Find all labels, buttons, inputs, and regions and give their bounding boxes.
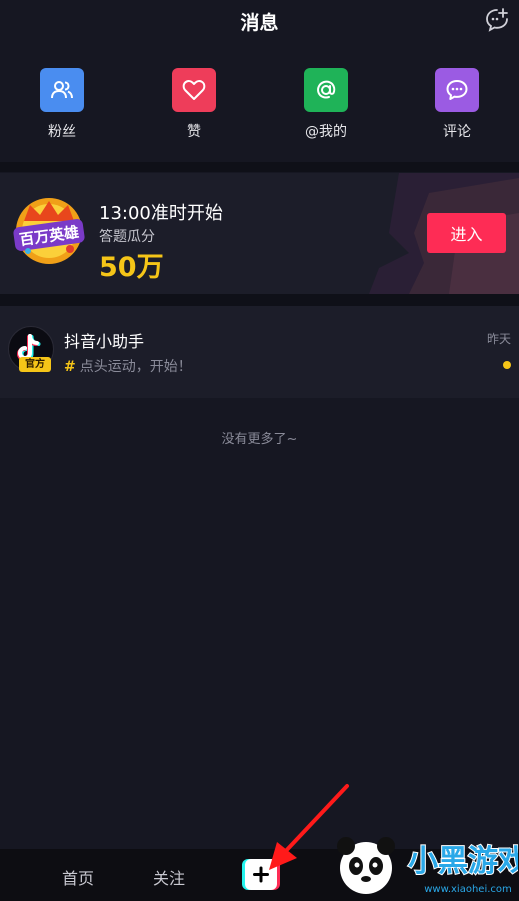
quick-action-fans[interactable]: 粉丝 — [17, 68, 107, 141]
banner-time: 13:00准时开始 — [99, 203, 223, 224]
at-icon — [304, 68, 348, 112]
million-hero-logo: 百万英雄 — [10, 191, 88, 269]
section-divider — [0, 294, 519, 306]
unread-dot — [503, 361, 511, 369]
message-preview: # 点头运动，开始！ — [64, 356, 192, 376]
quick-action-label: 赞 — [187, 124, 201, 140]
section-divider — [0, 162, 519, 172]
comment-icon — [435, 68, 479, 112]
top-bar: 消息 — [0, 0, 519, 44]
no-more-text: 没有更多了~ — [221, 432, 298, 447]
enter-button[interactable]: 进入 — [427, 213, 506, 253]
message-time: 昨天 — [486, 332, 511, 346]
hashtag-icon: # — [64, 359, 76, 375]
banner-prize: 50万 — [99, 252, 164, 283]
quick-action-label: @我的 — [305, 124, 347, 140]
list-item[interactable]: 官方 抖音小助手 # 点头运动，开始！ 昨天 — [0, 306, 519, 398]
publish-button[interactable] — [242, 858, 280, 891]
page-title: 消息 — [240, 12, 279, 34]
message-preview-text: 点头运动，开始！ — [79, 359, 192, 375]
watermark-logo: 小黑游戏 www.xiaohei.com — [318, 826, 519, 901]
message-title: 抖音小助手 — [64, 332, 145, 351]
quick-action-label: 评论 — [443, 124, 471, 140]
heart-icon — [172, 68, 216, 112]
quick-action-label: 粉丝 — [48, 124, 76, 140]
official-badge: 官方 — [19, 357, 51, 372]
watermark-text: 小黑游戏 — [408, 844, 518, 879]
tab-home[interactable]: 首页 — [62, 865, 94, 889]
banner-subtitle: 答题瓜分 — [99, 229, 155, 245]
fans-icon — [40, 68, 84, 112]
quick-action-likes[interactable]: 赞 — [149, 68, 239, 141]
quick-action-comments[interactable]: 评论 — [412, 68, 502, 141]
quiz-banner[interactable]: 百万英雄 13:00准时开始 答题瓜分 50万 进入 — [0, 173, 519, 294]
watermark-url: www.xiaohei.com — [424, 884, 512, 895]
quick-actions: 粉丝 赞 @我的 评论 — [0, 56, 519, 158]
quick-action-mentions[interactable]: @我的 — [281, 68, 371, 141]
plus-icon — [242, 859, 280, 890]
chat-plus-icon[interactable] — [484, 7, 510, 33]
tab-follow[interactable]: 关注 — [153, 865, 185, 889]
